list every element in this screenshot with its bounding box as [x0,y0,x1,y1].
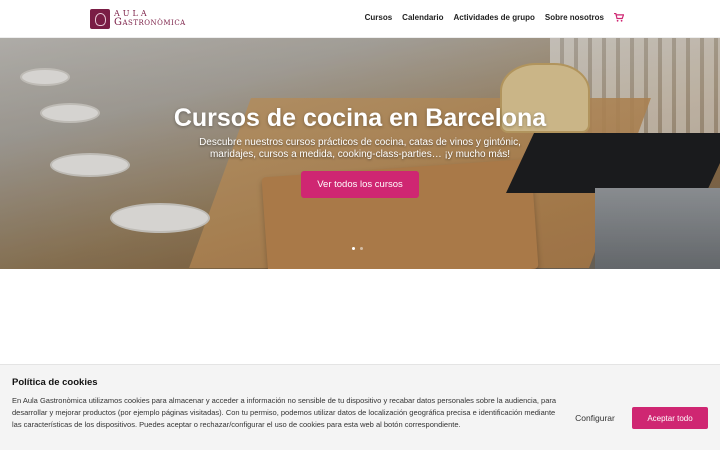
cookie-title: Política de cookies [12,377,98,388]
logo-text-line2: Gastronòmica [114,17,186,28]
slider-dot-2[interactable] [360,247,363,250]
cookie-text: En Aula Gastronòmica utilizamos cookies … [12,396,557,430]
slider-dots [352,247,363,250]
hero-title: Cursos de cocina en Barcelona [173,104,547,132]
nav-calendario[interactable]: Calendario [402,13,443,22]
logo-mark-icon [90,9,110,29]
nav-cursos[interactable]: Cursos [365,13,393,22]
shopping-cart-icon[interactable] [614,13,624,22]
site-header: AULA Gastronòmica Cursos Calendario Acti… [0,0,720,38]
main-nav: Cursos Calendario Actividades de grupo S… [365,13,624,22]
nav-actividades-grupo[interactable]: Actividades de grupo [454,13,535,22]
accept-all-button[interactable]: Aceptar todo [632,407,708,429]
nav-sobre-nosotros[interactable]: Sobre nosotros [545,13,604,22]
slider-dot-1[interactable] [352,247,355,250]
hero-slider: Cursos de cocina en Barcelona Descubre n… [0,38,720,269]
site-logo[interactable]: AULA Gastronòmica [90,8,186,30]
view-all-courses-button[interactable]: Ver todos los cursos [301,171,419,198]
hero-subtitle: Descubre nuestros cursos prácticos de co… [199,137,521,160]
configure-cookies-button[interactable]: Configurar [566,409,624,427]
cookie-banner: Política de cookies En Aula Gastronòmica… [0,364,720,450]
